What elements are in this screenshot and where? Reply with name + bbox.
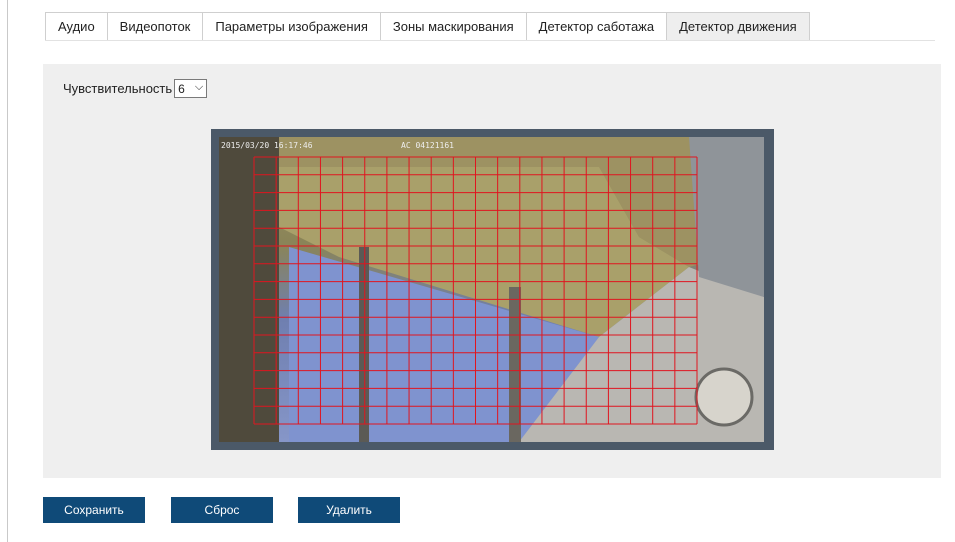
scene-pole-1 (359, 247, 369, 442)
sensitivity-label: Чувствительность (63, 81, 173, 96)
chevron-down-icon: ⌵ (194, 81, 204, 93)
scene-right-wall (689, 137, 764, 297)
sensitivity-row: Чувствительность 6 ⌵ (63, 79, 208, 98)
video-scene (219, 137, 764, 442)
motion-grid-canvas[interactable]: 2015/03/20 16:17:46 AC 04121161 (219, 137, 764, 442)
tab-video-stream[interactable]: Видеопоток (106, 12, 204, 40)
tab-audio[interactable]: Аудио (45, 12, 108, 40)
tab-divider (45, 40, 935, 41)
tab-motion-detector[interactable]: Детектор движения (666, 12, 810, 40)
tab-image-parameters[interactable]: Параметры изображения (202, 12, 381, 40)
sensitivity-select[interactable]: 6 ⌵ (174, 79, 208, 98)
tab-tamper-detector[interactable]: Детектор саботажа (525, 12, 668, 40)
sensitivity-value: 6 (178, 81, 185, 96)
video-camera-id: AC 04121161 (401, 141, 454, 150)
tab-bar: Аудио Видеопоток Параметры изображения З… (45, 12, 810, 40)
video-timestamp: 2015/03/20 16:17:46 (221, 141, 313, 150)
scene-left-wall (219, 137, 279, 442)
motion-grid (253, 156, 698, 425)
save-button[interactable]: Сохранить (43, 497, 145, 523)
scene-pole-2 (509, 287, 521, 442)
tab-privacy-masks[interactable]: Зоны маскирования (379, 12, 527, 40)
delete-button[interactable]: Удалить (298, 497, 400, 523)
page-left-border (7, 0, 8, 542)
reset-button[interactable]: Сброс (171, 497, 273, 523)
scene-object (694, 367, 754, 427)
